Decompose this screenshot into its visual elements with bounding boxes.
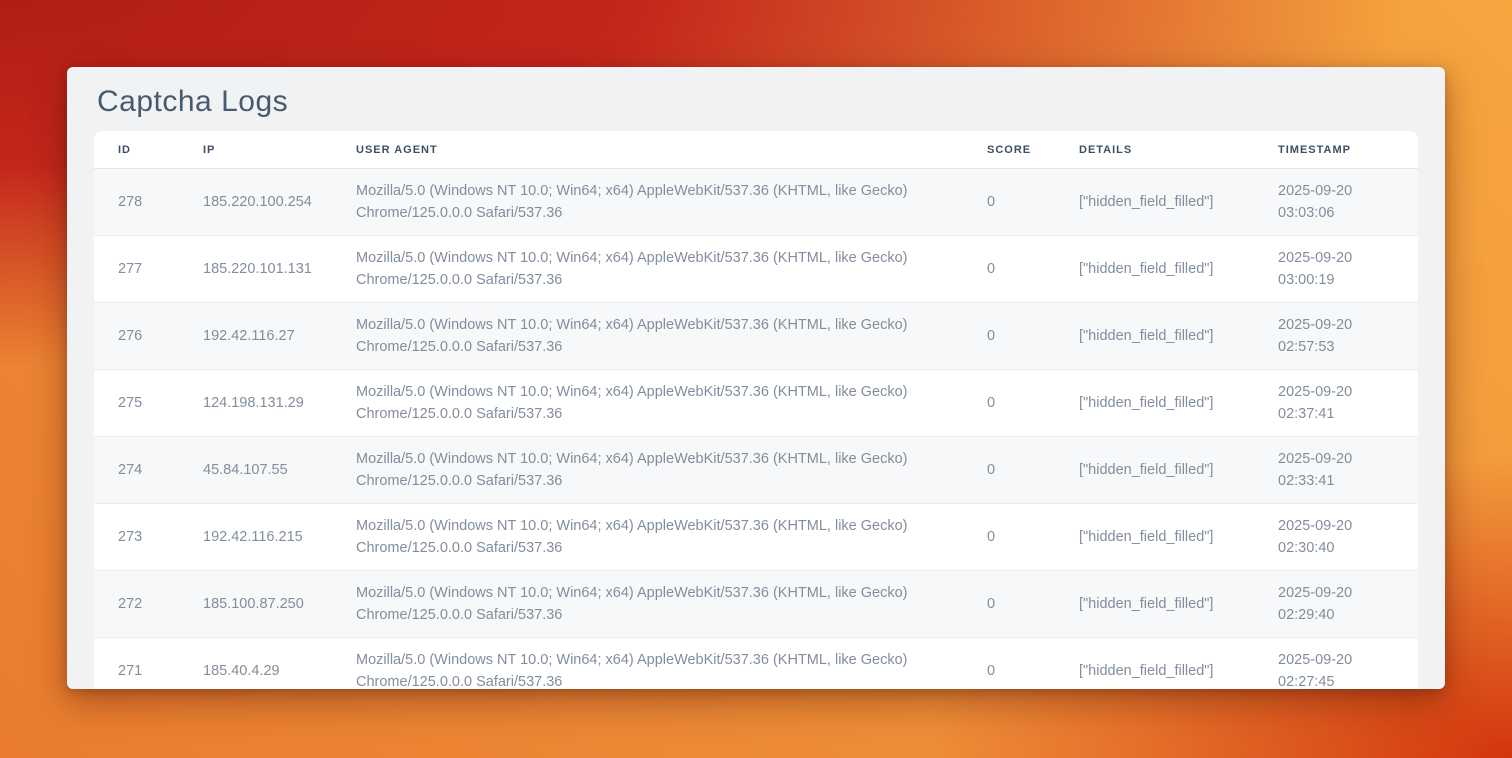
cell-ip: 192.42.116.215 [191, 503, 344, 570]
cell-score: 0 [975, 169, 1067, 235]
cell-details: ["hidden_field_filled"] [1067, 235, 1266, 302]
cell-timestamp: 2025-09-20 02:27:45 [1266, 637, 1418, 689]
column-header-id: ID [94, 131, 191, 169]
cell-details: ["hidden_field_filled"] [1067, 302, 1266, 369]
cell-timestamp: 2025-09-20 02:30:40 [1266, 503, 1418, 570]
cell-ip: 185.40.4.29 [191, 637, 344, 689]
column-header-user-agent: USER AGENT [344, 131, 975, 169]
table-row: 27445.84.107.55Mozilla/5.0 (Windows NT 1… [94, 436, 1418, 503]
cell-score: 0 [975, 235, 1067, 302]
cell-score: 0 [975, 302, 1067, 369]
cell-id: 271 [94, 637, 191, 689]
cell-id: 272 [94, 570, 191, 637]
column-header-timestamp: TIMESTAMP [1266, 131, 1418, 169]
captcha-logs-table: ID IP USER AGENT SCORE DETAILS TIMESTAMP… [94, 131, 1418, 689]
cell-id: 277 [94, 235, 191, 302]
cell-timestamp: 2025-09-20 03:00:19 [1266, 235, 1418, 302]
column-header-ip: IP [191, 131, 344, 169]
cell-timestamp: 2025-09-20 02:29:40 [1266, 570, 1418, 637]
captcha-logs-card: Captcha Logs ID IP USER AGENT SCORE DETA… [67, 67, 1445, 689]
cell-user-agent: Mozilla/5.0 (Windows NT 10.0; Win64; x64… [344, 436, 975, 503]
cell-id: 273 [94, 503, 191, 570]
table-row: 278185.220.100.254Mozilla/5.0 (Windows N… [94, 169, 1418, 235]
table-body: 278185.220.100.254Mozilla/5.0 (Windows N… [94, 169, 1418, 689]
page-title: Captcha Logs [97, 83, 1415, 121]
cell-details: ["hidden_field_filled"] [1067, 570, 1266, 637]
cell-timestamp: 2025-09-20 02:37:41 [1266, 369, 1418, 436]
cell-user-agent: Mozilla/5.0 (Windows NT 10.0; Win64; x64… [344, 169, 975, 235]
cell-user-agent: Mozilla/5.0 (Windows NT 10.0; Win64; x64… [344, 235, 975, 302]
cell-id: 275 [94, 369, 191, 436]
cell-ip: 185.220.100.254 [191, 169, 344, 235]
cell-ip: 124.198.131.29 [191, 369, 344, 436]
cell-user-agent: Mozilla/5.0 (Windows NT 10.0; Win64; x64… [344, 637, 975, 689]
cell-user-agent: Mozilla/5.0 (Windows NT 10.0; Win64; x64… [344, 503, 975, 570]
cell-user-agent: Mozilla/5.0 (Windows NT 10.0; Win64; x64… [344, 302, 975, 369]
cell-ip: 45.84.107.55 [191, 436, 344, 503]
cell-id: 278 [94, 169, 191, 235]
cell-user-agent: Mozilla/5.0 (Windows NT 10.0; Win64; x64… [344, 570, 975, 637]
column-header-details: DETAILS [1067, 131, 1266, 169]
column-header-score: SCORE [975, 131, 1067, 169]
cell-score: 0 [975, 570, 1067, 637]
logs-table-container: ID IP USER AGENT SCORE DETAILS TIMESTAMP… [94, 131, 1418, 689]
cell-score: 0 [975, 369, 1067, 436]
cell-details: ["hidden_field_filled"] [1067, 637, 1266, 689]
table-row: 275124.198.131.29Mozilla/5.0 (Windows NT… [94, 369, 1418, 436]
cell-timestamp: 2025-09-20 02:33:41 [1266, 436, 1418, 503]
table-row: 272185.100.87.250Mozilla/5.0 (Windows NT… [94, 570, 1418, 637]
cell-timestamp: 2025-09-20 02:57:53 [1266, 302, 1418, 369]
cell-score: 0 [975, 637, 1067, 689]
cell-details: ["hidden_field_filled"] [1067, 436, 1266, 503]
cell-details: ["hidden_field_filled"] [1067, 369, 1266, 436]
table-row: 277185.220.101.131Mozilla/5.0 (Windows N… [94, 235, 1418, 302]
cell-ip: 185.220.101.131 [191, 235, 344, 302]
table-row: 271185.40.4.29Mozilla/5.0 (Windows NT 10… [94, 637, 1418, 689]
table-row: 273192.42.116.215Mozilla/5.0 (Windows NT… [94, 503, 1418, 570]
cell-details: ["hidden_field_filled"] [1067, 169, 1266, 235]
cell-score: 0 [975, 436, 1067, 503]
table-row: 276192.42.116.27Mozilla/5.0 (Windows NT … [94, 302, 1418, 369]
cell-user-agent: Mozilla/5.0 (Windows NT 10.0; Win64; x64… [344, 369, 975, 436]
cell-ip: 192.42.116.27 [191, 302, 344, 369]
cell-timestamp: 2025-09-20 03:03:06 [1266, 169, 1418, 235]
cell-details: ["hidden_field_filled"] [1067, 503, 1266, 570]
cell-score: 0 [975, 503, 1067, 570]
cell-ip: 185.100.87.250 [191, 570, 344, 637]
cell-id: 276 [94, 302, 191, 369]
cell-id: 274 [94, 436, 191, 503]
table-header: ID IP USER AGENT SCORE DETAILS TIMESTAMP [94, 131, 1418, 169]
